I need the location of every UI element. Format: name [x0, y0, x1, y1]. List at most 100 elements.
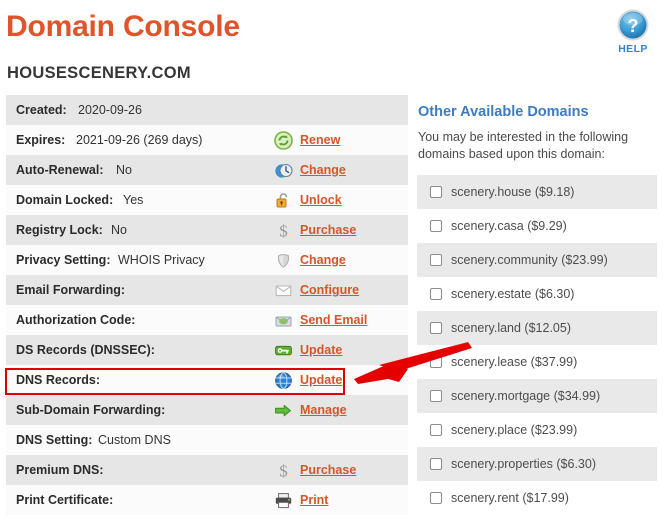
detail-row: Expires:2021-09-26 (269 days)Renew [6, 125, 408, 155]
detail-action[interactable]: Change [274, 155, 346, 185]
suggested-domains-list: scenery.house ($9.18) scenery.casa ($9.29… [417, 175, 657, 515]
detail-label: Email Forwarding: [16, 275, 125, 305]
detail-row: Print Certificate: Print [6, 485, 408, 515]
detail-label: Print Certificate: [16, 485, 113, 515]
suggested-domain-item[interactable]: scenery.rent ($17.99) [417, 481, 657, 515]
detail-value: 2020-09-26 [78, 95, 142, 125]
action-link[interactable]: Purchase [300, 455, 356, 485]
detail-row: Privacy Setting: WHOIS Privacy Change [6, 245, 408, 275]
green-key-icon [274, 341, 293, 360]
envelope-icon [274, 281, 293, 300]
domain-checkbox[interactable] [430, 458, 442, 470]
suggested-domain-item[interactable]: scenery.casa ($9.29) [417, 209, 657, 243]
detail-label: DNS Records: [16, 365, 100, 395]
detail-action[interactable]: Change [274, 245, 346, 275]
suggested-domain-label: scenery.land ($12.05) [451, 321, 571, 335]
action-link[interactable]: Renew [300, 125, 340, 155]
action-link[interactable]: Change [300, 155, 346, 185]
suggested-domain-item[interactable]: scenery.community ($23.99) [417, 243, 657, 277]
suggested-domain-label: scenery.community ($23.99) [451, 253, 608, 267]
open-padlock-icon [274, 191, 293, 210]
detail-label: Privacy Setting: [16, 245, 110, 275]
detail-action[interactable]: Unlock [274, 185, 342, 215]
detail-label: Premium DNS: [16, 455, 104, 485]
detail-label: Registry Lock: [16, 215, 103, 245]
detail-label: DS Records (DNSSEC): [16, 335, 155, 365]
detail-action[interactable]: Print [274, 485, 328, 515]
domain-checkbox[interactable] [430, 186, 442, 198]
domain-checkbox[interactable] [430, 288, 442, 300]
detail-action[interactable]: Update [274, 365, 342, 395]
suggested-domain-item[interactable]: scenery.mortgage ($34.99) [417, 379, 657, 413]
action-link[interactable]: Configure [300, 275, 359, 305]
domain-checkbox[interactable] [430, 220, 442, 232]
suggested-domain-label: scenery.casa ($9.29) [451, 219, 567, 233]
action-link[interactable]: Purchase [300, 215, 356, 245]
help-button[interactable]: ? HELP [607, 8, 659, 55]
action-link[interactable]: Manage [300, 395, 347, 425]
detail-value: Yes [123, 185, 143, 215]
detail-row: Registry Lock:No$Purchase [6, 215, 408, 245]
domain-checkbox[interactable] [430, 322, 442, 334]
suggested-domain-item[interactable]: scenery.land ($12.05) [417, 311, 657, 345]
detail-action[interactable]: Update [274, 335, 342, 365]
detail-label: Domain Locked: [16, 185, 113, 215]
shield-gray-icon [274, 251, 293, 270]
detail-row: Sub-Domain Forwarding:Manage [6, 395, 408, 425]
domain-checkbox[interactable] [430, 424, 442, 436]
suggested-domain-label: scenery.estate ($6.30) [451, 287, 574, 301]
suggested-domain-item[interactable]: scenery.properties ($6.30) [417, 447, 657, 481]
domain-checkbox[interactable] [430, 492, 442, 504]
detail-action[interactable]: Renew [274, 125, 340, 155]
detail-row: Created: 2020-09-26 [6, 95, 408, 125]
detail-action[interactable]: Manage [274, 395, 347, 425]
domain-checkbox[interactable] [430, 356, 442, 368]
suggested-domain-label: scenery.lease ($37.99) [451, 355, 577, 369]
detail-label: Created: [16, 95, 67, 125]
detail-row: Email Forwarding: Configure [6, 275, 408, 305]
detail-action[interactable]: $ Purchase [274, 455, 356, 485]
detail-row: Premium DNS: $ Purchase [6, 455, 408, 485]
page-title: Domain Console [6, 10, 240, 44]
detail-row: Auto-Renewal: No Change [6, 155, 408, 185]
detail-row: DNS Setting:Custom DNS [6, 425, 408, 455]
suggested-domain-label: scenery.place ($23.99) [451, 423, 577, 437]
suggested-domain-item[interactable]: scenery.lease ($37.99) [417, 345, 657, 379]
send-email-icon [274, 311, 293, 330]
question-circle-icon: ? [616, 8, 650, 42]
detail-row: Domain Locked: Yes Unlock [6, 185, 408, 215]
detail-action[interactable]: Send Email [274, 305, 367, 335]
detail-value: Custom DNS [98, 425, 171, 455]
svg-text:?: ? [628, 16, 639, 36]
dollar-sign-icon: $ [274, 461, 293, 480]
suggested-domain-item[interactable]: scenery.house ($9.18) [417, 175, 657, 209]
suggestions-title: Other Available Domains [418, 104, 665, 120]
detail-value: No [116, 155, 132, 185]
action-link[interactable]: Send Email [300, 305, 367, 335]
action-link[interactable]: Update [300, 365, 342, 395]
suggested-domain-label: scenery.properties ($6.30) [451, 457, 596, 471]
detail-row: Authorization Code: Send Email [6, 305, 408, 335]
help-label: HELP [607, 43, 659, 55]
action-link[interactable]: Change [300, 245, 346, 275]
domain-details-table: Created: 2020-09-26Expires:2021-09-26 (26… [6, 95, 408, 515]
suggested-domain-item[interactable]: scenery.estate ($6.30) [417, 277, 657, 311]
detail-value: WHOIS Privacy [118, 245, 205, 275]
printer-icon [274, 491, 293, 510]
detail-row: DNS Records: Update [6, 365, 408, 395]
suggested-domain-label: scenery.mortgage ($34.99) [451, 389, 600, 403]
action-link[interactable]: Unlock [300, 185, 342, 215]
action-link[interactable]: Update [300, 335, 342, 365]
suggested-domain-label: scenery.rent ($17.99) [451, 491, 569, 505]
detail-action[interactable]: $Purchase [274, 215, 356, 245]
detail-row: DS Records (DNSSEC): Update [6, 335, 408, 365]
domain-name-heading: HOUSESCENERY.COM [7, 64, 191, 83]
detail-action[interactable]: Configure [274, 275, 359, 305]
detail-label: Auto-Renewal: [16, 155, 104, 185]
domain-checkbox[interactable] [430, 390, 442, 402]
domain-checkbox[interactable] [430, 254, 442, 266]
detail-label: Authorization Code: [16, 305, 135, 335]
action-link[interactable]: Print [300, 485, 328, 515]
suggested-domain-item[interactable]: scenery.place ($23.99) [417, 413, 657, 447]
domain-console-page: Domain Console HOUSESCENERY.COM ? HELP C… [0, 0, 671, 522]
